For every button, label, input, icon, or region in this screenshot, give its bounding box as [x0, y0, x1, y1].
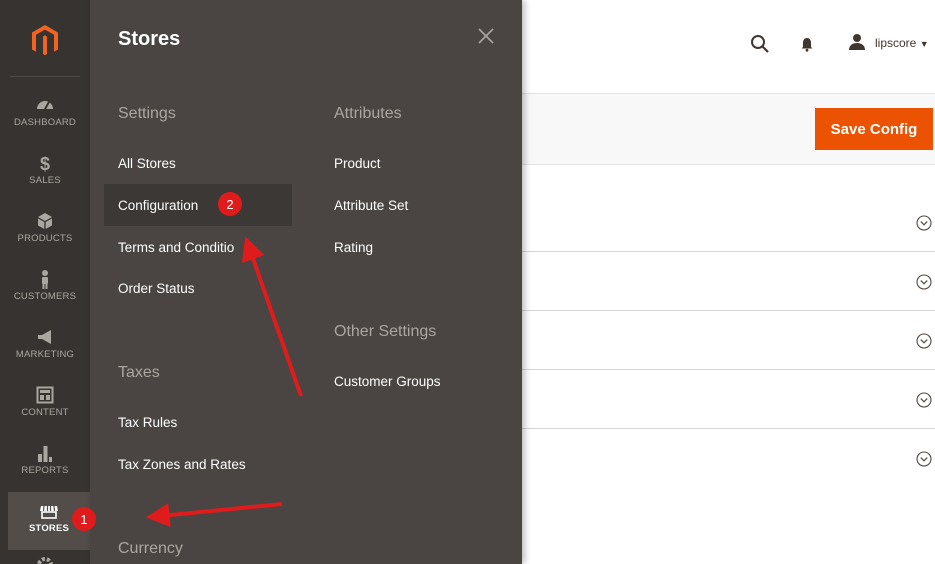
admin-sidebar: DASHBOARD $ SALES PRODUCTS CUSTOMERS MAR… [0, 0, 90, 564]
magento-logo-icon [32, 25, 58, 56]
dollar-icon: $ [40, 154, 50, 174]
expand-chevron-icon[interactable] [916, 333, 932, 349]
menu-item-terms-and-conditions[interactable]: Terms and Conditio [118, 240, 234, 255]
chevron-down-icon: ▼ [919, 39, 929, 49]
nav-item-sales[interactable]: $ SALES [0, 144, 90, 202]
nav-item-content[interactable]: CONTENT [0, 376, 90, 434]
nav-label: DASHBOARD [14, 117, 76, 128]
megaphone-icon [38, 330, 51, 344]
config-section-row[interactable] [522, 252, 935, 311]
nav-item-dashboard[interactable]: DASHBOARD [0, 86, 90, 144]
nav-item-customers[interactable]: CUSTOMERS [0, 260, 90, 318]
config-section-row[interactable] [522, 429, 935, 488]
layout-icon [36, 386, 54, 404]
menu-item-attribute-set[interactable]: Attribute Set [334, 198, 408, 213]
bar-chart-icon [38, 446, 52, 462]
menu-item-configuration[interactable]: Configuration [118, 198, 198, 213]
nav-label: CUSTOMERS [13, 291, 77, 302]
group-title-attributes: Attributes [334, 105, 402, 122]
user-icon[interactable] [848, 33, 866, 51]
search-icon[interactable] [750, 34, 770, 54]
nav-item-marketing[interactable]: MARKETING [0, 318, 90, 376]
group-title-currency: Currency [118, 540, 183, 557]
nav-item-products[interactable]: PRODUCTS [0, 202, 90, 260]
cube-icon [38, 213, 52, 229]
nav-label: MARKETING [15, 349, 75, 360]
account-menu[interactable]: lipscore ▼ [875, 36, 929, 50]
flyout-title: Stores [118, 28, 181, 50]
step-badge-1: 1 [72, 507, 96, 531]
config-section-row[interactable] [522, 193, 935, 252]
config-section-row[interactable] [522, 311, 935, 370]
menu-item-tax-rules[interactable]: Tax Rules [118, 415, 177, 430]
bell-icon[interactable] [800, 36, 814, 52]
group-title-other-settings: Other Settings [334, 323, 437, 340]
nav-label: REPORTS [21, 465, 69, 476]
nav-label: SALES [29, 175, 61, 186]
nav-item-reports[interactable]: REPORTS [0, 434, 90, 492]
step-badge-2: 2 [218, 192, 242, 216]
user-name: lipscore [875, 36, 917, 50]
config-section-row[interactable] [522, 370, 935, 429]
storefront-icon [40, 505, 58, 519]
menu-item-tax-zones-and-rates[interactable]: Tax Zones and Rates [118, 457, 246, 472]
stores-flyout-menu: Stores Settings All Stores Configuration… [90, 0, 522, 564]
magento-logo[interactable] [0, 0, 90, 82]
save-config-button[interactable]: Save Config [815, 108, 933, 150]
nav-label: PRODUCTS [17, 233, 73, 244]
expand-chevron-icon[interactable] [916, 274, 932, 290]
svg-text:$: $ [40, 154, 50, 174]
logo-divider [10, 76, 80, 77]
menu-item-all-stores[interactable]: All Stores [118, 156, 176, 171]
nav-item-system[interactable] [0, 550, 90, 564]
gear-icon [37, 557, 53, 564]
menu-item-rating[interactable]: Rating [334, 240, 373, 255]
expand-chevron-icon[interactable] [916, 392, 932, 408]
expand-chevron-icon[interactable] [916, 215, 932, 231]
menu-item-order-status[interactable]: Order Status [118, 281, 195, 296]
group-title-taxes: Taxes [118, 364, 160, 381]
expand-chevron-icon[interactable] [916, 451, 932, 467]
group-title-settings: Settings [118, 105, 176, 122]
person-icon [42, 270, 48, 289]
nav-label: CONTENT [21, 407, 69, 418]
dashboard-icon [37, 101, 53, 110]
menu-item-customer-groups[interactable]: Customer Groups [334, 374, 441, 389]
menu-item-product[interactable]: Product [334, 156, 381, 171]
close-icon[interactable] [474, 24, 498, 48]
